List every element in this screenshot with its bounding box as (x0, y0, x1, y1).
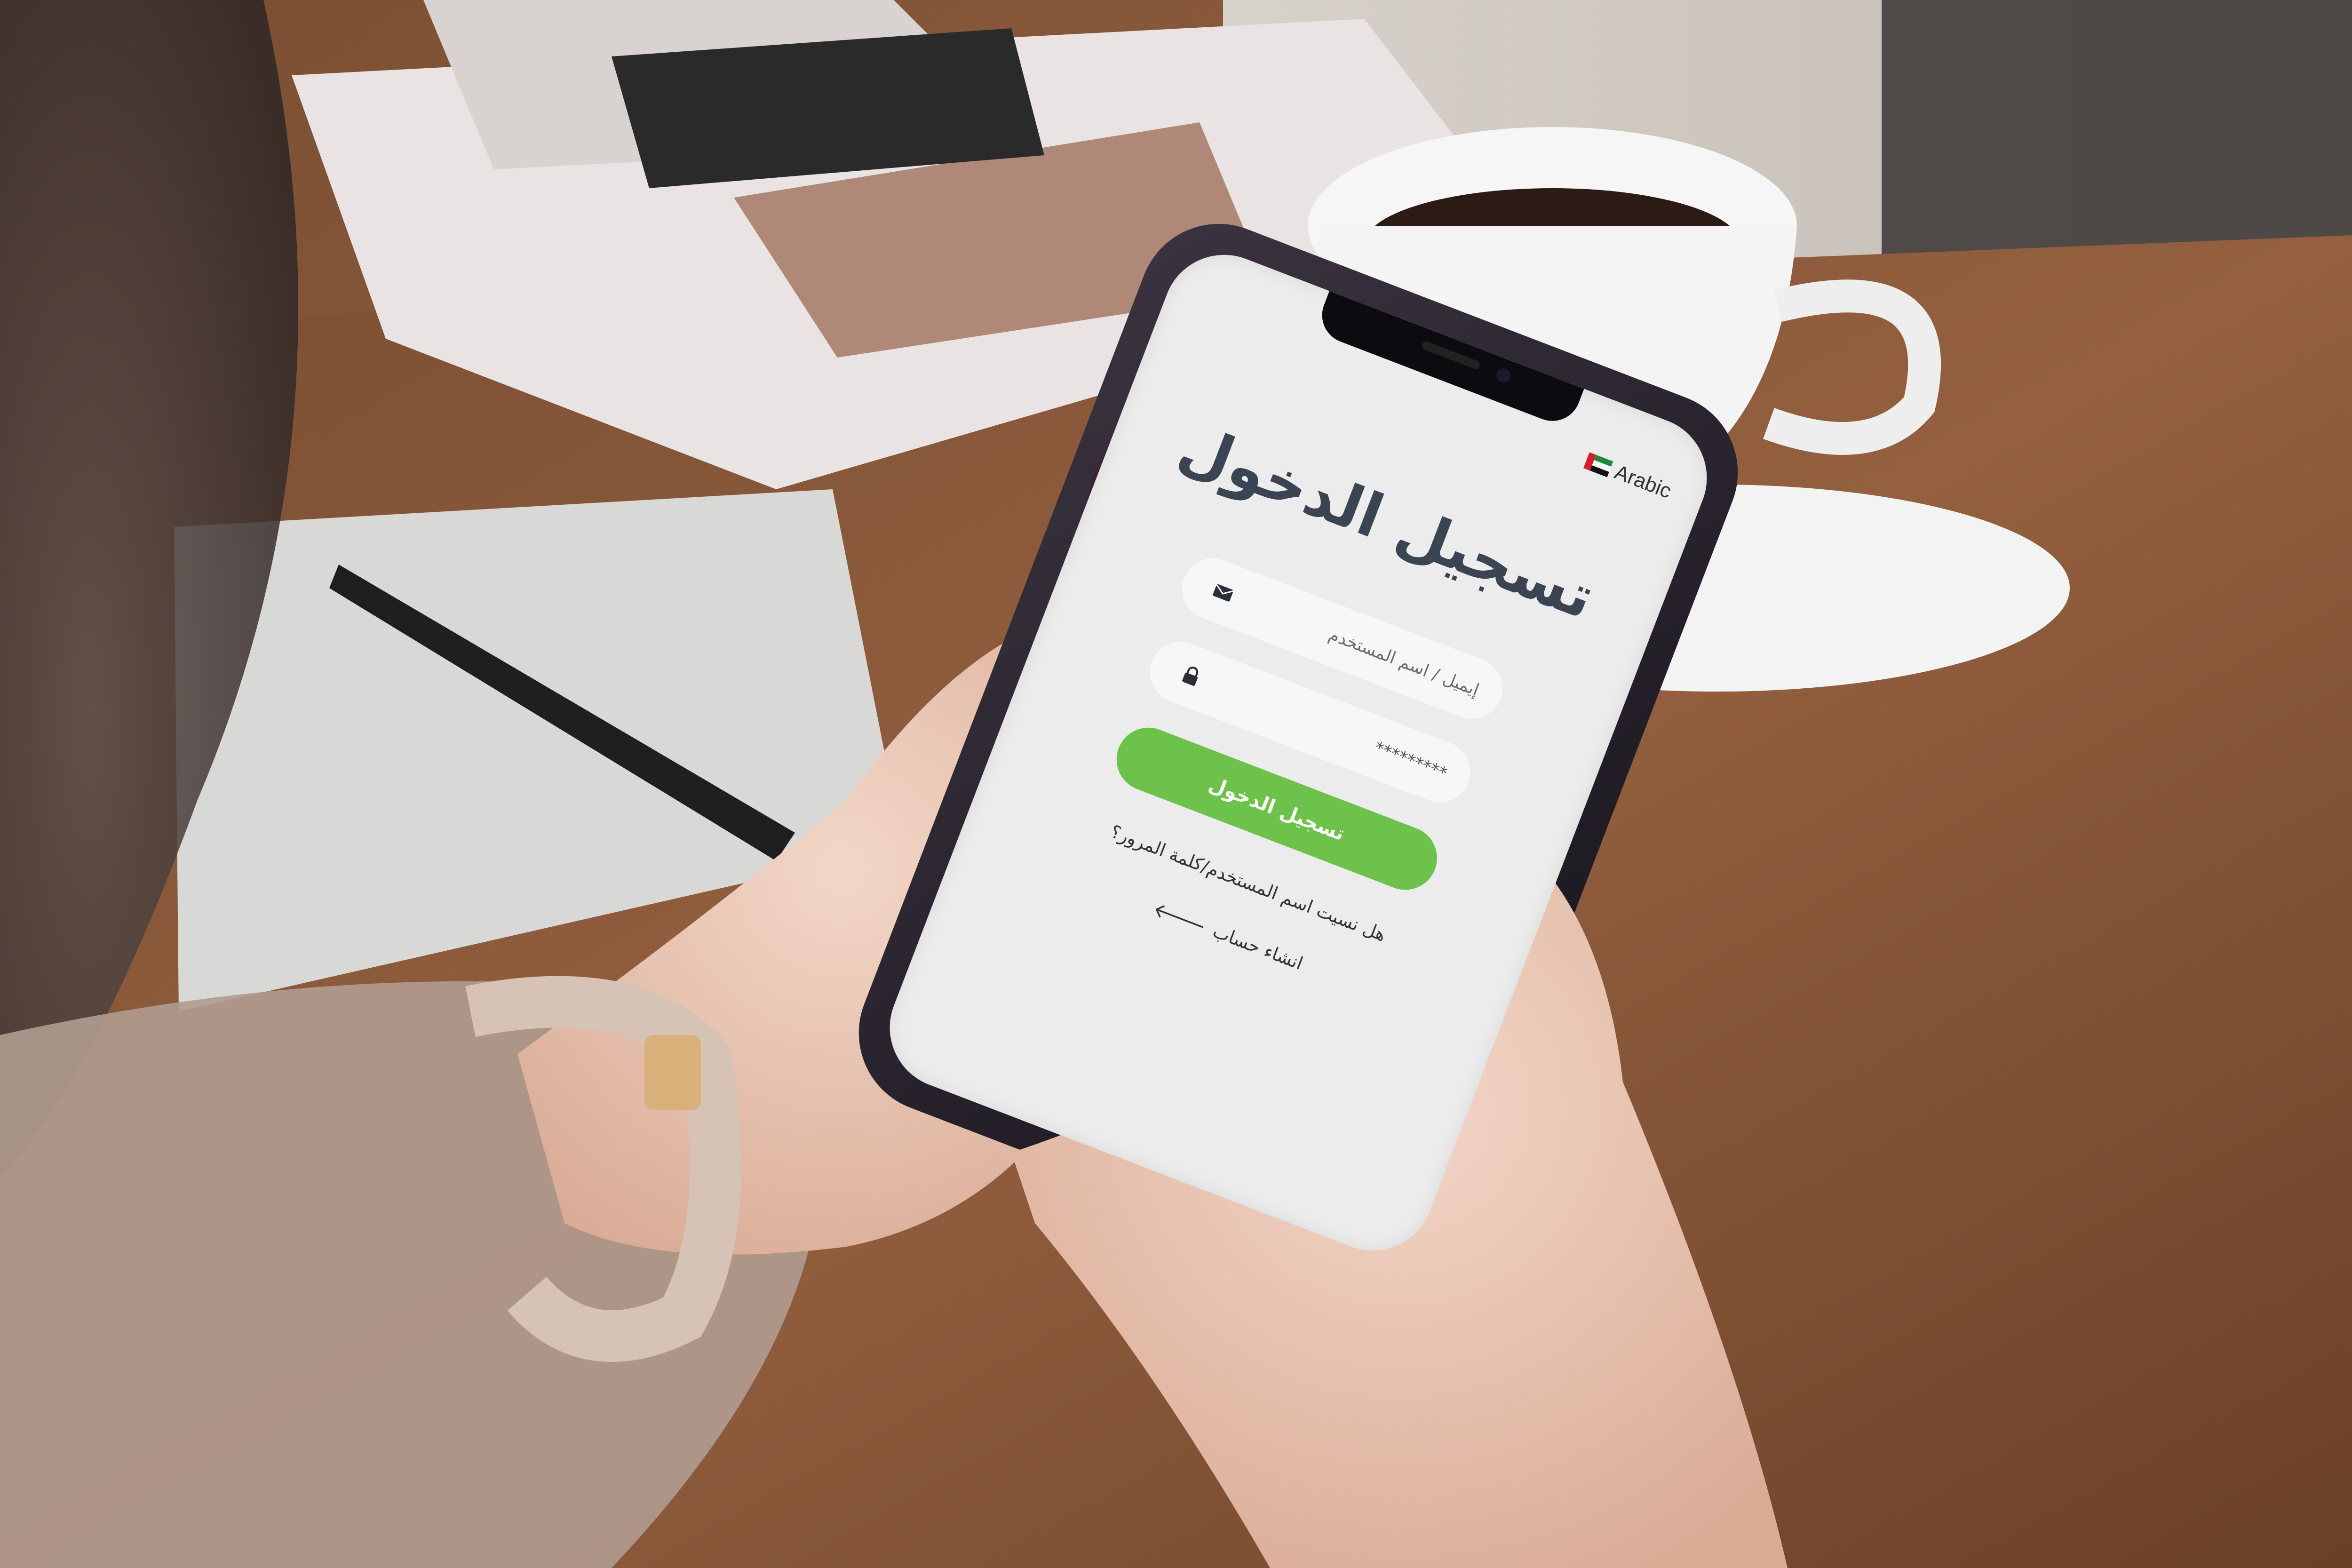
language-selector[interactable]: Arabic (1582, 449, 1675, 503)
arrow-left-icon: 🡐 (1149, 897, 1210, 939)
create-account-label: انشاء حساب (1210, 921, 1306, 974)
front-camera (1494, 366, 1513, 385)
photo-scene: Arabic تسجيل الدخول تسجيل الدخول هل نسيت… (0, 0, 2352, 1568)
page-title: تسجيل الدخول (1170, 411, 1604, 633)
uae-flag-icon (1583, 452, 1613, 478)
language-label: Arabic (1611, 460, 1675, 503)
